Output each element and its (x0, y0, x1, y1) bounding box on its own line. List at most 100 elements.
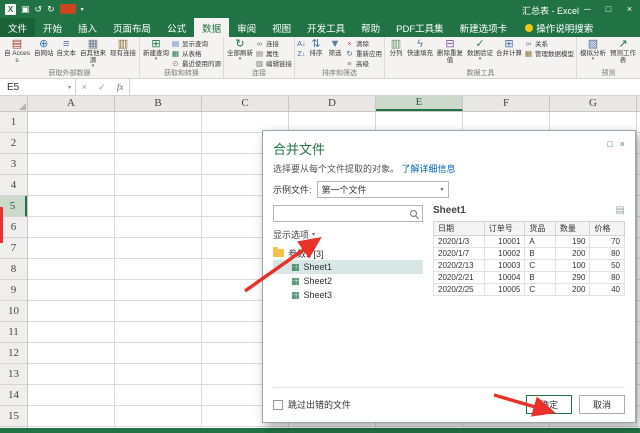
column-header[interactable]: B (115, 96, 202, 111)
ribbon-tab[interactable]: 新建选项卡 (452, 18, 516, 37)
column-header[interactable]: E (376, 96, 463, 111)
display-options-dropdown[interactable]: 显示选项 ▾ (273, 228, 423, 241)
ribbon-button[interactable]: ⊙ 最近使用的源 (171, 58, 221, 69)
name-box-caret-icon[interactable]: ▾ (68, 84, 71, 91)
tell-me-search[interactable]: 操作说明搜索 (525, 18, 593, 37)
ribbon-button[interactable]: ▦ 自其他来源 ▾ (78, 38, 108, 69)
ribbon-button[interactable]: ▨ 编辑链接 (255, 58, 292, 69)
ribbon-button[interactable]: ▤ 属性 (255, 48, 292, 59)
ribbon-button[interactable]: ↻ 重新应用 (345, 48, 382, 59)
ribbon-button[interactable]: ≡ 高级 (345, 58, 382, 69)
row-header[interactable]: 5 (0, 196, 27, 217)
ribbon-button[interactable]: ↻ 全部刷新 ▾ (226, 38, 254, 62)
column-header[interactable]: A (28, 96, 115, 111)
undo-icon[interactable]: ↺ (35, 0, 43, 18)
row-header[interactable]: 15 (0, 406, 27, 427)
tree-item[interactable]: ▦ Sheet1 (273, 260, 423, 274)
refresh-all-icon: ↻ (235, 38, 245, 50)
search-box[interactable] (273, 205, 423, 222)
ribbon-button[interactable]: ⊞ 新建查询 ▾ (142, 38, 170, 62)
tree-item[interactable]: ▦ Sheet3 (273, 288, 423, 302)
skip-errors-label: 跳过出错的文件 (288, 400, 352, 410)
row-header[interactable]: 8 (0, 259, 27, 280)
ribbon-button[interactable]: ∞ 关系 (524, 38, 574, 49)
ribbon-button[interactable]: ⊞ 合并计算 (495, 38, 523, 57)
row-header[interactable]: 14 (0, 385, 27, 406)
quick-access-customize-icon[interactable]: ▾ (81, 6, 84, 13)
ribbon-button[interactable]: ▧ 模拟分析 ▾ (579, 38, 607, 62)
cancel-button[interactable]: 取消 (579, 395, 625, 414)
ribbon-tab[interactable]: 页面布局 (105, 18, 159, 37)
ribbon-tab[interactable]: 开发工具 (299, 18, 353, 37)
row-header[interactable]: 1 (0, 112, 27, 133)
row-header[interactable]: 13 (0, 364, 27, 385)
ribbon-button[interactable]: ▼ 筛选 (326, 38, 344, 57)
tree-item[interactable]: ▦ Sheet2 (273, 274, 423, 288)
name-box[interactable]: E5 ▾ (0, 79, 76, 95)
row-header[interactable]: 7 (0, 238, 27, 259)
ribbon-button[interactable]: ⊟ 删除重复值 (435, 38, 465, 64)
sample-file-select[interactable]: 第一个文件 ▾ (316, 181, 449, 198)
confirm-entry-icon[interactable]: ✓ (98, 82, 106, 93)
addin-badge-icon[interactable] (59, 4, 76, 14)
ribbon-group-label: 预测 (601, 70, 616, 77)
ribbon-button[interactable]: ▤ 显示查询 (171, 38, 221, 49)
row-header[interactable]: 3 (0, 154, 27, 175)
cancel-entry-icon[interactable]: × (82, 82, 87, 92)
row-header[interactable]: 4 (0, 175, 27, 196)
excel-logo-icon[interactable]: X (5, 3, 16, 15)
ribbon-tab[interactable]: 数据 (194, 18, 230, 37)
ribbon-button[interactable]: ▥ 分列 (387, 38, 405, 57)
ribbon: ▤ 自 Access ⊕ 自网站 ≡ 自文本 ▦ 自其他来源 ▾ ▥ 现有连接 获取外部数据 ⊞ 新建查询… (0, 37, 640, 79)
row-header[interactable]: 9 (0, 280, 27, 301)
tree-root-folder[interactable]: 参数1 [3] (273, 246, 423, 260)
ribbon-tab[interactable]: 文件 (0, 18, 36, 37)
learn-more-link[interactable]: 了解详细信息 (402, 164, 456, 174)
row-header[interactable]: 10 (0, 301, 27, 322)
row-header[interactable]: 2 (0, 133, 27, 154)
column-header[interactable]: C (202, 96, 289, 111)
minimize-icon[interactable]: ─ (577, 0, 598, 18)
ribbon-button[interactable]: ∞ 连接 (255, 38, 292, 49)
ribbon-button[interactable]: A↓ (297, 38, 306, 48)
skip-errors-checkbox[interactable] (273, 399, 283, 410)
row-header[interactable]: 6 (0, 217, 27, 238)
ribbon-button[interactable]: ↗ 预测工作表 (608, 38, 638, 64)
ribbon-tab[interactable]: 插入 (70, 18, 105, 37)
redo-icon[interactable]: ↻ (47, 0, 55, 18)
ribbon-button[interactable]: ϟ 快速填充 (406, 38, 434, 57)
insert-function-icon[interactable]: fx (117, 82, 124, 92)
select-all-corner[interactable] (0, 96, 28, 111)
formula-input[interactable] (130, 79, 640, 95)
save-icon[interactable]: ▣ (21, 0, 30, 18)
close-icon[interactable]: × (619, 0, 640, 18)
ribbon-tab[interactable]: PDF工具集 (388, 18, 452, 37)
ribbon-button[interactable]: ≡ 自文本 (56, 38, 78, 57)
column-header[interactable]: F (463, 96, 550, 111)
ribbon-tab[interactable]: 视图 (264, 18, 299, 37)
ribbon-button[interactable]: ▦ 管理数据模型 (524, 48, 574, 59)
column-header[interactable]: G (550, 96, 637, 111)
ribbon-button[interactable]: ▦ 从表格 (171, 48, 221, 59)
ribbon-tab[interactable]: 公式 (159, 18, 194, 37)
ribbon-tab[interactable]: 审阅 (229, 18, 264, 37)
ribbon-button[interactable]: ⊕ 自网站 (33, 38, 55, 57)
preview-cell: 100 (554, 259, 591, 272)
search-input[interactable] (279, 208, 410, 219)
ribbon-button[interactable]: ▤ 自 Access (2, 38, 32, 64)
ribbon-tab[interactable]: 开始 (35, 18, 70, 37)
restore-icon[interactable]: □ (598, 0, 619, 18)
dialog-close-icon[interactable]: × (620, 139, 625, 149)
ribbon-button[interactable]: × 清除 (345, 38, 382, 49)
row-header[interactable]: 12 (0, 343, 27, 364)
row-header[interactable]: 11 (0, 322, 27, 343)
ribbon-button[interactable]: ▥ 现有连接 (109, 38, 137, 57)
dialog-maximize-icon[interactable]: □ (607, 139, 612, 149)
tree-root-label: 参数1 [3] (288, 248, 324, 259)
ribbon-tab[interactable]: 帮助 (353, 18, 388, 37)
ribbon-button[interactable]: Z↓ (297, 48, 306, 58)
ribbon-button[interactable]: ⇅ 排序 (307, 38, 325, 57)
ok-button[interactable]: 确定 (526, 395, 572, 414)
ribbon-button[interactable]: ✓ 数据验证 ▾ (466, 38, 494, 62)
column-header[interactable]: D (289, 96, 376, 111)
